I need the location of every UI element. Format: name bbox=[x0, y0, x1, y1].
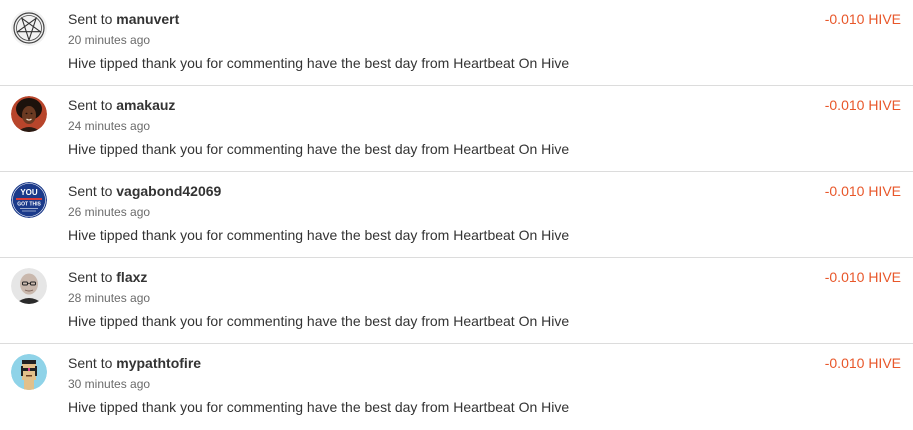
transfer-recipient-line: Sent to vagabond42069 bbox=[68, 182, 221, 200]
pixel-punk-avatar-icon[interactable] bbox=[11, 354, 47, 390]
sent-to-label: Sent to bbox=[68, 355, 113, 371]
timestamp: 24 minutes ago bbox=[68, 119, 151, 133]
transaction-list: Sent to manuvert 20 minutes ago Hive tip… bbox=[0, 0, 913, 430]
transfer-memo: Hive tipped thank you for commenting hav… bbox=[68, 313, 570, 329]
sent-to-label: Sent to bbox=[68, 97, 113, 113]
recipient-username-link[interactable]: vagabond42069 bbox=[116, 183, 221, 199]
pentagram-avatar-icon[interactable] bbox=[11, 10, 47, 46]
timestamp: 30 minutes ago bbox=[68, 377, 151, 391]
transfer-amount: -0.010 HIVE bbox=[824, 11, 901, 27]
transfer-memo: Hive tipped thank you for commenting hav… bbox=[68, 55, 570, 71]
badge-text-you: YOU bbox=[20, 188, 38, 197]
transaction-row: Sent to flaxz 28 minutes ago Hive tipped… bbox=[0, 258, 913, 344]
transaction-row: Sent to manuvert 20 minutes ago Hive tip… bbox=[0, 0, 913, 86]
transaction-row: YOU GOT THIS Sent to vagabond42069 26 mi… bbox=[0, 172, 913, 258]
transfer-amount: -0.010 HIVE bbox=[824, 97, 901, 113]
transfer-memo: Hive tipped thank you for commenting hav… bbox=[68, 141, 570, 157]
transfer-memo: Hive tipped thank you for commenting hav… bbox=[68, 227, 570, 243]
portrait-avatar-icon[interactable] bbox=[11, 96, 47, 132]
recipient-username-link[interactable]: manuvert bbox=[116, 11, 179, 27]
timestamp: 20 minutes ago bbox=[68, 33, 151, 47]
transaction-row: Sent to amakauz 24 minutes ago Hive tipp… bbox=[0, 86, 913, 172]
transfer-amount: -0.010 HIVE bbox=[824, 355, 901, 371]
recipient-username-link[interactable]: flaxz bbox=[116, 269, 147, 285]
transfer-recipient-line: Sent to mypathtofire bbox=[68, 354, 201, 372]
transfer-recipient-line: Sent to flaxz bbox=[68, 268, 147, 286]
sent-to-label: Sent to bbox=[68, 11, 113, 27]
transfer-amount: -0.010 HIVE bbox=[824, 269, 901, 285]
recipient-username-link[interactable]: mypathtofire bbox=[116, 355, 201, 371]
timestamp: 26 minutes ago bbox=[68, 205, 151, 219]
transfer-recipient-line: Sent to manuvert bbox=[68, 10, 179, 28]
bald-man-avatar-icon[interactable] bbox=[11, 268, 47, 304]
transfer-memo: Hive tipped thank you for commenting hav… bbox=[68, 399, 570, 415]
sent-to-label: Sent to bbox=[68, 269, 113, 285]
badge-avatar-icon[interactable]: YOU GOT THIS bbox=[11, 182, 47, 218]
sent-to-label: Sent to bbox=[68, 183, 113, 199]
transfer-amount: -0.010 HIVE bbox=[824, 183, 901, 199]
transaction-row: Sent to mypathtofire 30 minutes ago Hive… bbox=[0, 344, 913, 430]
timestamp: 28 minutes ago bbox=[68, 291, 151, 305]
transfer-recipient-line: Sent to amakauz bbox=[68, 96, 175, 114]
badge-text-got-this: GOT THIS bbox=[17, 202, 41, 208]
recipient-username-link[interactable]: amakauz bbox=[116, 97, 175, 113]
